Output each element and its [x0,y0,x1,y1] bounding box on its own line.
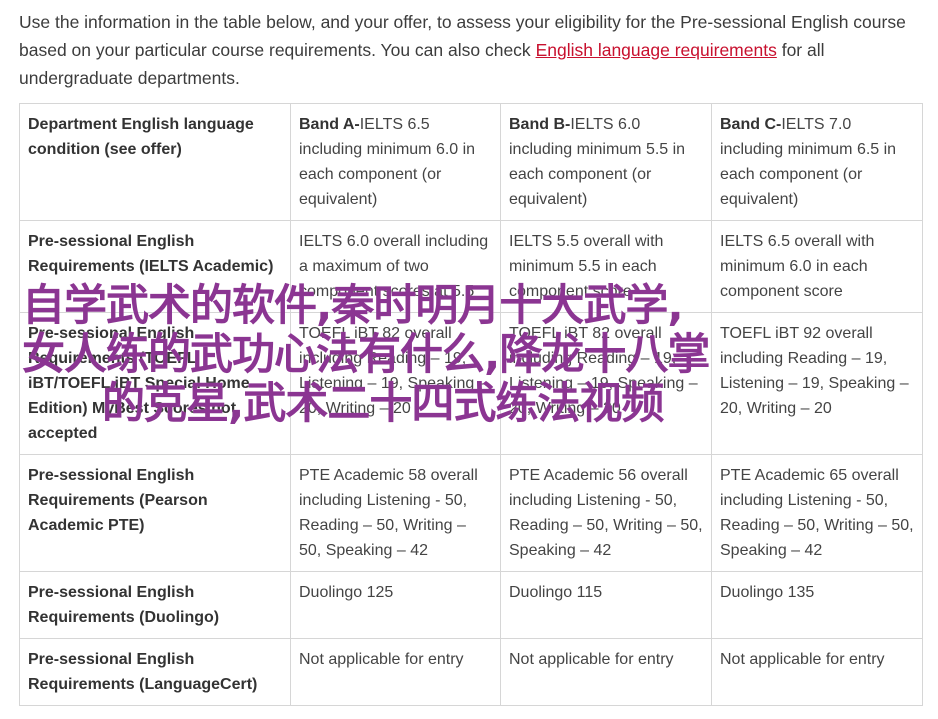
table-row: Pre-sessional English Requirements (TOEF… [19,312,923,455]
table-cell: Duolingo 135 [711,571,923,639]
band-c-cell: Band C-IELTS 7.0 including minimum 6.5 i… [711,103,923,221]
band-a-cell: Band A-IELTS 6.5 including minimum 6.0 i… [290,103,501,221]
row-label: Pre-sessional English Requirements (IELT… [19,220,291,313]
table-cell: IELTS 5.5 overall with minimum 5.5 in ea… [500,220,712,313]
english-language-requirements-link[interactable]: English language requirements [536,40,777,60]
table-cell: Not applicable for entry [290,638,501,706]
table-cell: PTE Academic 58 overall including Listen… [290,454,501,572]
band-c-name: Band C- [720,116,782,133]
band-a-name: Band A- [299,116,360,133]
requirements-table: Department English language condition (s… [19,103,923,706]
header-label: Department English language condition (s… [19,103,291,221]
row-label: Pre-sessional English Requirements (Lang… [19,638,291,706]
table-cell: Duolingo 115 [500,571,712,639]
table-row: Pre-sessional English Requirements (Duol… [19,571,923,639]
table-row: Pre-sessional English Requirements (Pear… [19,454,923,572]
table-cell: IELTS 6.5 overall with minimum 6.0 in ea… [711,220,923,313]
table-cell: PTE Academic 65 overall including Listen… [711,454,923,572]
band-b-name: Band B- [509,116,571,133]
table-cell: Not applicable for entry [500,638,712,706]
table-header-row: Department English language condition (s… [19,103,923,221]
table-cell: Not applicable for entry [711,638,923,706]
table-cell: TOEFL iBT 82 overall including Reading –… [290,312,501,455]
table-cell: IELTS 6.0 overall including a maximum of… [290,220,501,313]
table-row: Pre-sessional English Requirements (IELT… [19,220,923,313]
row-label: Pre-sessional English Requirements (TOEF… [19,312,291,455]
band-b-cell: Band B-IELTS 6.0 including minimum 5.5 i… [500,103,712,221]
table-cell: TOEFL iBT 92 overall including Reading –… [711,312,923,455]
row-label: Pre-sessional English Requirements (Pear… [19,454,291,572]
intro-paragraph: Use the information in the table below, … [19,8,929,92]
table-cell: TOEFL iBT 82 overall including Reading –… [500,312,712,455]
table-row: Pre-sessional English Requirements (Lang… [19,638,923,706]
table-cell: Duolingo 125 [290,571,501,639]
table-cell: PTE Academic 56 overall including Listen… [500,454,712,572]
row-label: Pre-sessional English Requirements (Duol… [19,571,291,639]
